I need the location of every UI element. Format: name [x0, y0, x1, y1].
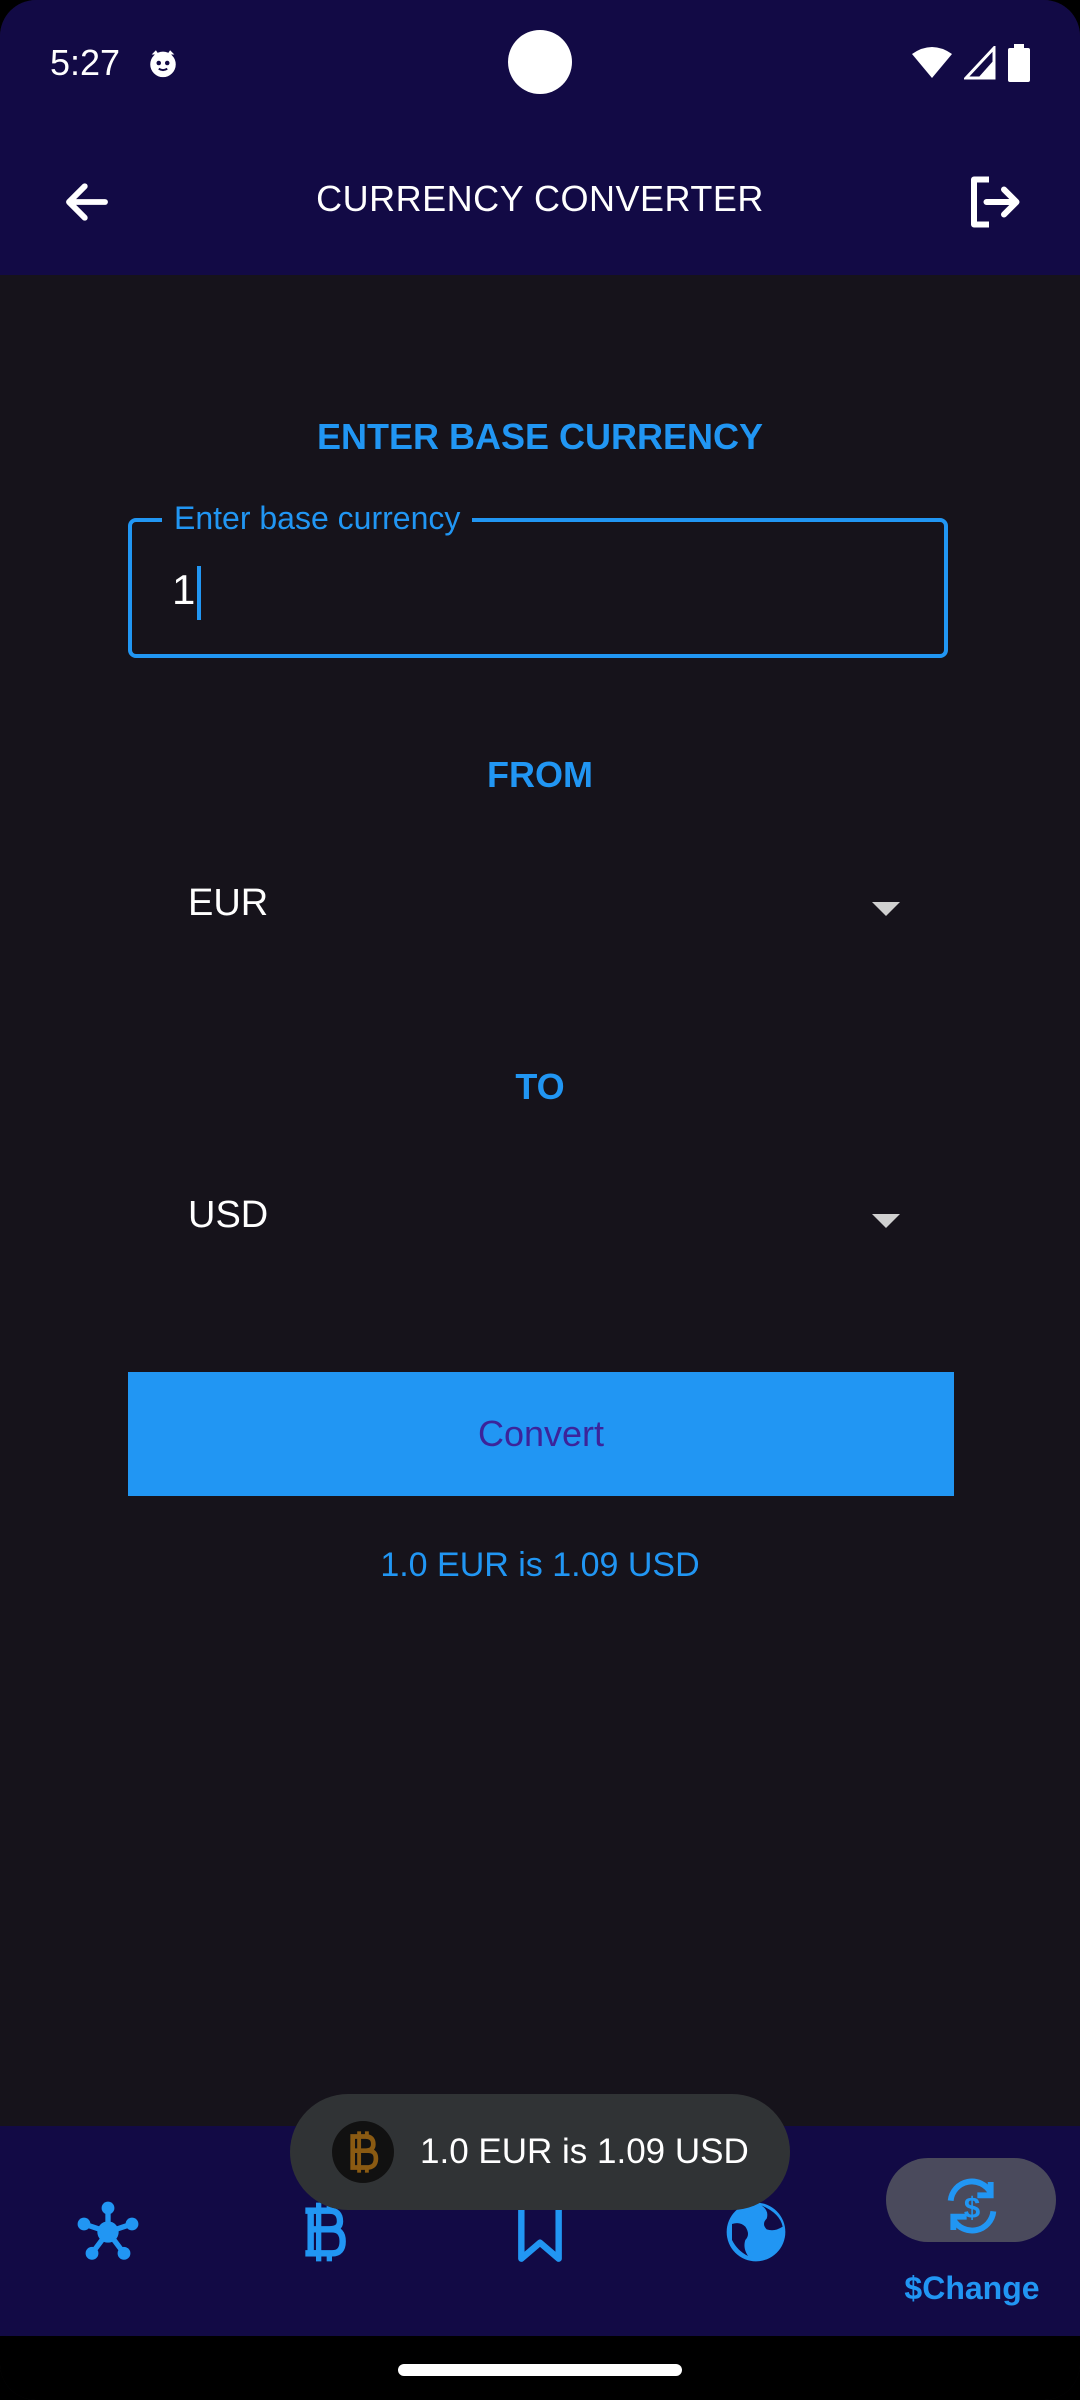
to-currency-value: USD [188, 1194, 269, 1236]
logout-icon[interactable] [964, 172, 1024, 232]
home-gesture-handle[interactable] [398, 2364, 682, 2376]
network-icon [77, 2201, 139, 2260]
dropdown-arrow-icon [872, 1214, 900, 1228]
currency-exchange-icon: $ [947, 2178, 997, 2234]
bitcoin-icon [332, 2121, 394, 2183]
camera-cutout [508, 30, 572, 94]
conversion-result: 1.0 EUR is 1.09 USD [380, 1546, 700, 1584]
page-title: CURRENCY CONVERTER [316, 178, 764, 219]
gesture-area [0, 2336, 1080, 2400]
from-currency-dropdown[interactable]: EUR [128, 852, 948, 962]
status-bar: 5:27 [0, 0, 1080, 130]
from-heading: FROM [487, 754, 593, 795]
base-currency-value: 1 [172, 566, 196, 613]
base-currency-field-label: Enter base currency [162, 498, 473, 538]
toast-text: 1.0 EUR is 1.09 USD [420, 2132, 749, 2171]
nav-item-change[interactable]: $ $Change [864, 2126, 1080, 2336]
base-currency-heading: ENTER BASE CURRENCY [316, 416, 764, 457]
wifi-icon [912, 47, 952, 78]
from-currency-value: EUR [188, 882, 269, 924]
nav-item-network[interactable] [0, 2126, 216, 2336]
text-caret [197, 565, 202, 620]
battery-icon [1008, 44, 1030, 82]
status-time: 5:27 [50, 42, 121, 83]
signal-icon [964, 46, 996, 80]
status-icons [912, 44, 1030, 82]
nav-item-change-label: $Change [904, 2270, 1040, 2306]
notification-cat-icon [150, 50, 176, 78]
dropdown-arrow-icon [872, 902, 900, 916]
svg-text:$: $ [964, 2192, 980, 2225]
app-bar: CURRENCY CONVERTER [0, 130, 1080, 275]
toast-message: 1.0 EUR is 1.09 USD [290, 2094, 790, 2210]
convert-button[interactable]: Convert [128, 1372, 954, 1496]
base-currency-field[interactable]: Enter base currency 1 [128, 498, 948, 658]
base-currency-input[interactable]: 1 [172, 562, 202, 620]
to-currency-dropdown[interactable]: USD [128, 1164, 948, 1274]
to-heading: TO [515, 1066, 565, 1107]
screen: 5:27 CURRENCY CONVERTER ENTER BASE CURRE… [0, 0, 1080, 2400]
